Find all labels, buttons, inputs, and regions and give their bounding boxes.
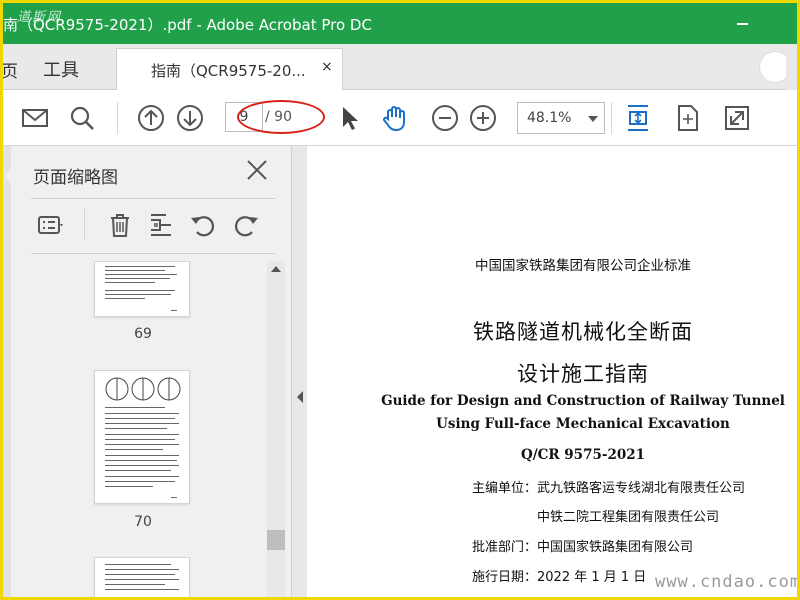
minimize-button[interactable]	[731, 13, 755, 33]
rotate-view-icon[interactable]	[672, 103, 702, 133]
email-icon[interactable]	[20, 103, 50, 133]
effective-label: 施行日期：	[472, 570, 538, 585]
page-thumbnail[interactable]	[94, 261, 190, 317]
chevron-down-icon	[588, 116, 598, 122]
approver-org: 中国国家铁路集团有限公司	[537, 540, 694, 555]
collapse-panel-icon[interactable]	[297, 391, 303, 403]
site-watermark-logo: 道斯网	[17, 10, 63, 25]
hand-tool-icon[interactable]	[380, 103, 410, 133]
zoom-value: 48.1%	[527, 110, 572, 126]
page-thumbnails-panel: 页面缩略图 69 70	[3, 146, 291, 597]
divider	[31, 253, 275, 254]
thumbnail-options-icon[interactable]	[36, 210, 66, 240]
next-page-icon[interactable]	[175, 103, 205, 133]
toolbar: 9 / 90 48.1%	[3, 90, 797, 146]
tabbar-edge	[786, 44, 797, 90]
document-view: 中国国家铁路集团有限公司企业标准 铁路隧道机械化全断面 设计施工指南 Guide…	[307, 146, 797, 597]
editor-org-1: 武九铁路客运专线湖北有限责任公司	[537, 481, 746, 496]
tab-bar: 页 工具 指南（QCR9575-20... ×	[3, 44, 797, 91]
tab-document[interactable]: 指南（QCR9575-20... ×	[116, 48, 343, 91]
page-thumbnail[interactable]	[94, 370, 190, 504]
search-icon[interactable]	[67, 103, 97, 133]
panel-splitter[interactable]	[291, 146, 307, 597]
select-cursor-icon[interactable]	[334, 103, 364, 133]
tab-tools[interactable]: 工具	[43, 56, 79, 82]
scrollbar-thumb[interactable]	[267, 530, 285, 550]
scroll-up-icon[interactable]	[271, 266, 281, 272]
previous-page-icon[interactable]	[136, 103, 166, 133]
extract-pages-icon[interactable]	[146, 210, 176, 240]
page-number-label: 70	[134, 514, 152, 530]
rotate-clockwise-icon[interactable]	[231, 210, 261, 240]
acrobat-window: 南（QCR9575-2021）.pdf - Adobe Acrobat Pro …	[3, 3, 797, 597]
red-annotation-ellipse	[237, 100, 325, 134]
toolbar-divider	[611, 102, 612, 134]
panel-title: 页面缩略图	[33, 168, 118, 188]
document-code: Q/CR 9575-2021	[520, 447, 646, 463]
editor-label: 主编单位：	[472, 481, 538, 496]
zoom-level-dropdown[interactable]: 48.1%	[517, 102, 605, 134]
divider	[31, 198, 275, 199]
document-title-cn-line1: 铁路隧道机械化全断面	[473, 320, 693, 344]
site-watermark: www.cndao.com	[655, 572, 797, 592]
document-org: 中国国家铁路集团有限公司企业标准	[475, 258, 691, 274]
approver-label: 批准部门：	[472, 540, 538, 555]
fit-page-icon[interactable]	[623, 103, 653, 133]
full-screen-icon[interactable]	[722, 103, 752, 133]
page-number-label: 69	[134, 326, 152, 342]
close-panel-icon[interactable]	[245, 158, 269, 182]
trash-icon[interactable]	[105, 210, 135, 240]
document-title-en-line1: Guide for Design and Construction of Rai…	[381, 393, 785, 409]
zoom-in-icon[interactable]	[468, 103, 498, 133]
effective-date: 2022 年 1 月 1 日	[537, 570, 647, 585]
thumbnail-scrollbar[interactable]	[267, 261, 285, 597]
tab-document-label: 指南（QCR9575-20...	[151, 62, 306, 80]
title-bar: 南（QCR9575-2021）.pdf - Adobe Acrobat Pro …	[3, 3, 797, 44]
tab-home[interactable]: 页	[3, 57, 18, 82]
zoom-out-icon[interactable]	[430, 103, 460, 133]
page-thumbnail[interactable]	[94, 557, 190, 597]
sidebar-rail	[3, 146, 11, 597]
document-title-cn-line2: 设计施工指南	[517, 362, 649, 386]
panel-pointer	[5, 168, 11, 184]
document-title-en-line2: Using Full-face Mechanical Excavation	[436, 416, 730, 432]
editor-org-2: 中铁二院工程集团有限责任公司	[537, 510, 720, 525]
sidebar-divider	[84, 208, 85, 240]
close-tab-icon[interactable]: ×	[321, 59, 333, 75]
toolbar-divider	[117, 102, 118, 134]
thumbnail-list: 69 70	[31, 261, 267, 597]
rotate-counterclockwise-icon[interactable]	[188, 210, 218, 240]
